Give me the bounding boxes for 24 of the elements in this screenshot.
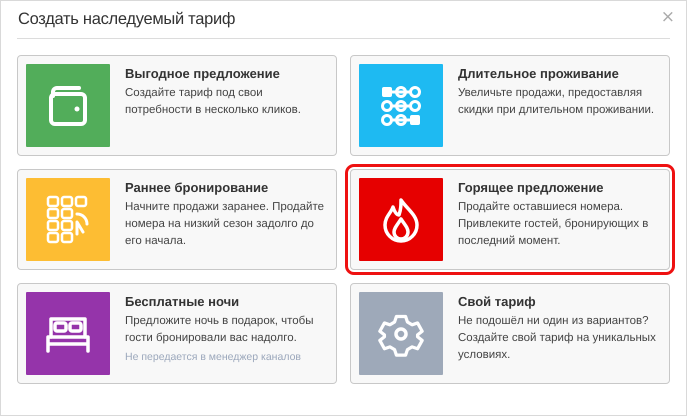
- card-description: Создайте тариф под свои потребности в несколько кликов.: [125, 86, 302, 118]
- card-description: Продайте оставшиеся номера. Привлеките гостей, бронирующих в последний момент.: [458, 200, 650, 249]
- dialog-title: Создать наследуемый тариф: [18, 10, 236, 29]
- card-description: Предложите ночь в подарок, чтобы гости бронировали вас надолго.: [125, 314, 315, 346]
- calendar-clock-icon: [45, 194, 91, 246]
- card-note: Не передается в менеджер каналов: [125, 351, 302, 363]
- rate-option-card[interactable]: Длительное проживание Увеличьте продажи, предоставляя скидки при длительном проживании.: [350, 55, 670, 156]
- rate-option-card[interactable]: Бесплатные ночи Предложите ночь в подарок, чтобы гости бронировали вас надолго. Не передается в менеджер каналов: [17, 283, 337, 384]
- card-description: Увеличьте продажи, предоставляя скидки при длительном проживании.: [458, 86, 656, 118]
- rate-option-card[interactable]: Свой тариф Не подошёл ни один из вариантов? Создайте свой тариф на уникальных условиях.: [350, 283, 670, 384]
- bed-icon: [45, 314, 91, 352]
- rate-option-card[interactable]: Раннее бронирование Начните продажи заранее. Продайте номера на низкий сезон задолго до его начала.: [17, 169, 337, 270]
- flame-icon: [381, 196, 421, 242]
- dots-grid-icon: [379, 84, 423, 128]
- card-title: Длительное проживание: [458, 66, 620, 81]
- card-description: Не подошёл ни один из вариантов? Создайте свой тариф на уникальных условиях.: [458, 314, 657, 363]
- card-title: Выгодное предложение: [125, 66, 281, 81]
- card-title: Свой тариф: [458, 294, 537, 309]
- card-title: Горящее предложение: [458, 180, 605, 195]
- card-title: Бесплатные ночи: [125, 294, 240, 309]
- card-title: Раннее бронирование: [125, 180, 270, 195]
- rate-option-card[interactable]: Выгодное предложение Создайте тариф под свои потребности в несколько кликов.: [17, 55, 337, 156]
- card-description: Начните продажи заранее. Продайте номера на низкий сезон задолго до его начала.: [125, 200, 325, 249]
- wallet-icon: [47, 86, 89, 126]
